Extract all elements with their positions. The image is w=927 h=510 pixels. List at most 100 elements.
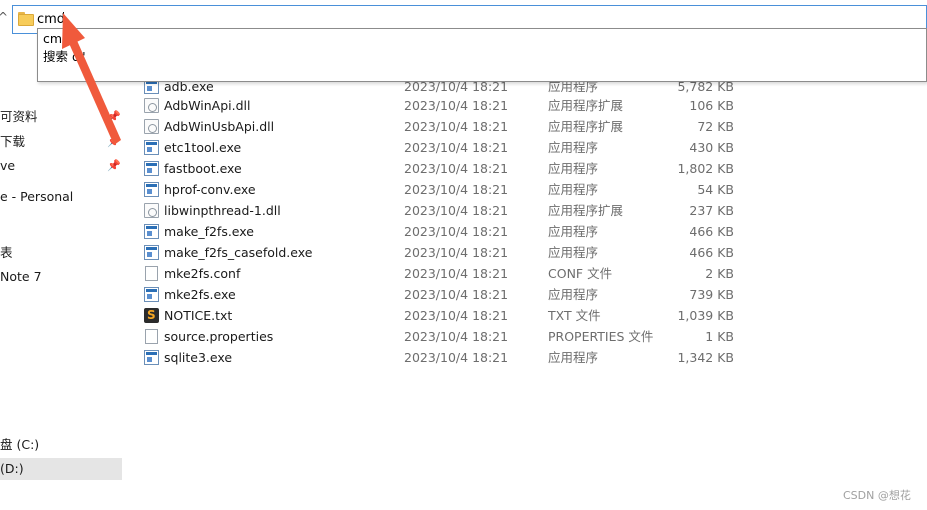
file-date: 2023/10/4 18:21 bbox=[404, 308, 509, 323]
file-name: AdbWinUsbApi.dll bbox=[164, 119, 275, 134]
file-type: CONF 文件 bbox=[548, 266, 613, 281]
file-date: 2023/10/4 18:21 bbox=[404, 182, 509, 197]
dll-icon bbox=[144, 98, 159, 113]
file-date: 2023/10/4 18:21 bbox=[404, 203, 509, 218]
file-type: 应用程序 bbox=[548, 287, 599, 302]
file-name: sqlite3.exe bbox=[164, 350, 233, 365]
file-name: make_f2fs_casefold.exe bbox=[164, 245, 313, 260]
address-suggestion-dropdown: cmd 搜索 d" bbox=[37, 28, 927, 82]
file-type: 应用程序扩展 bbox=[548, 203, 624, 218]
file-type: 应用程序 bbox=[548, 182, 599, 197]
file-row[interactable]: make_f2fs.exe 2023/10/4 18:21 应用程序 466 K… bbox=[138, 221, 748, 242]
file-type: TXT 文件 bbox=[548, 308, 601, 323]
exe-icon bbox=[144, 140, 159, 155]
file-size: 1,802 KB bbox=[677, 161, 734, 176]
nav-item[interactable]: e - Personal bbox=[0, 186, 122, 208]
file-date: 2023/10/4 18:21 bbox=[404, 350, 509, 365]
file-type: 应用程序 bbox=[548, 161, 599, 176]
nav-item[interactable]: ve bbox=[0, 155, 122, 177]
nav-item-label: Note 7 bbox=[0, 269, 42, 284]
nav-item-label: (D:) bbox=[0, 461, 24, 476]
file-row[interactable]: sqlite3.exe 2023/10/4 18:21 应用程序 1,342 K… bbox=[138, 347, 748, 368]
exe-icon bbox=[144, 182, 159, 197]
file-name: hprof-conv.exe bbox=[164, 182, 256, 197]
file-date: 2023/10/4 18:21 bbox=[404, 140, 509, 155]
file-date: 2023/10/4 18:21 bbox=[404, 224, 509, 239]
file-date: 2023/10/4 18:21 bbox=[404, 245, 509, 260]
file-size: 1,342 KB bbox=[677, 350, 734, 365]
nav-item-label: 表 bbox=[0, 245, 13, 260]
file-date: 2023/10/4 18:21 bbox=[404, 161, 509, 176]
up-arrow-icon[interactable]: ^ bbox=[0, 9, 8, 25]
file-type: 应用程序 bbox=[548, 140, 599, 155]
file-icon bbox=[145, 266, 158, 281]
file-row[interactable]: mke2fs.conf 2023/10/4 18:21 CONF 文件 2 KB bbox=[138, 263, 748, 284]
file-size: 1 KB bbox=[705, 329, 734, 344]
suggestion-search-cmd[interactable]: 搜索 d" bbox=[43, 48, 86, 66]
file-row[interactable]: NOTICE.txt 2023/10/4 18:21 TXT 文件 1,039 … bbox=[138, 305, 748, 326]
nav-item-label: 盘 (C:) bbox=[0, 437, 40, 452]
file-row[interactable]: make_f2fs_casefold.exe 2023/10/4 18:21 应… bbox=[138, 242, 748, 263]
folder-icon bbox=[18, 12, 34, 26]
exe-icon bbox=[144, 350, 159, 365]
file-size: 1,039 KB bbox=[677, 308, 734, 323]
file-name: mke2fs.conf bbox=[164, 266, 241, 281]
nav-item-label: 可资料 bbox=[0, 109, 38, 124]
pin-icon: 📌 bbox=[107, 110, 121, 123]
exe-icon bbox=[144, 287, 159, 302]
file-name: make_f2fs.exe bbox=[164, 224, 254, 239]
file-date: 2023/10/4 18:21 bbox=[404, 266, 509, 281]
watermark: CSDN @想花 bbox=[843, 489, 911, 502]
nav-item[interactable]: 下载 bbox=[0, 131, 122, 153]
suggestion-cmd[interactable]: cmd bbox=[43, 30, 70, 48]
file-row[interactable]: AdbWinUsbApi.dll 2023/10/4 18:21 应用程序扩展 … bbox=[138, 116, 748, 137]
nav-item[interactable]: 可资料 bbox=[0, 106, 122, 128]
file-type: 应用程序扩展 bbox=[548, 98, 624, 113]
dll-icon bbox=[144, 119, 159, 134]
pin-icon: 📌 bbox=[107, 135, 121, 148]
file-size: 237 KB bbox=[689, 203, 734, 218]
file-icon bbox=[145, 329, 158, 344]
file-size: 106 KB bbox=[689, 98, 734, 113]
file-size: 466 KB bbox=[689, 245, 734, 260]
nav-item-drive-c[interactable]: 盘 (C:) bbox=[0, 434, 122, 456]
exe-icon bbox=[144, 161, 159, 176]
exe-icon bbox=[144, 245, 159, 260]
file-row[interactable]: mke2fs.exe 2023/10/4 18:21 应用程序 739 KB bbox=[138, 284, 748, 305]
file-row[interactable]: libwinpthread-1.dll 2023/10/4 18:21 应用程序… bbox=[138, 200, 748, 221]
file-type: 应用程序扩展 bbox=[548, 119, 624, 134]
nav-item-drive-d[interactable]: (D:) bbox=[0, 458, 122, 480]
sublime-text-icon bbox=[144, 305, 159, 326]
file-date: 2023/10/4 18:21 bbox=[404, 119, 509, 134]
nav-item[interactable]: Note 7 bbox=[0, 266, 122, 288]
file-type: 应用程序 bbox=[548, 350, 599, 365]
file-size: 54 KB bbox=[697, 182, 734, 197]
text-caret bbox=[63, 12, 64, 28]
file-name: source.properties bbox=[164, 329, 274, 344]
file-name: libwinpthread-1.dll bbox=[164, 203, 281, 218]
exe-icon bbox=[144, 224, 159, 239]
file-row[interactable]: source.properties 2023/10/4 18:21 PROPER… bbox=[138, 326, 748, 347]
file-date: 2023/10/4 18:21 bbox=[404, 98, 509, 113]
file-row[interactable]: hprof-conv.exe 2023/10/4 18:21 应用程序 54 K… bbox=[138, 179, 748, 200]
file-name: etc1tool.exe bbox=[164, 140, 242, 155]
file-date: 2023/10/4 18:21 bbox=[404, 329, 509, 344]
file-date: 2023/10/4 18:21 bbox=[404, 287, 509, 302]
file-type: 应用程序 bbox=[548, 224, 599, 239]
file-row[interactable]: etc1tool.exe 2023/10/4 18:21 应用程序 430 KB bbox=[138, 137, 748, 158]
file-row[interactable]: fastboot.exe 2023/10/4 18:21 应用程序 1,802 … bbox=[138, 158, 748, 179]
file-name: NOTICE.txt bbox=[164, 308, 233, 323]
nav-item[interactable]: 表 bbox=[0, 242, 122, 264]
file-size: 466 KB bbox=[689, 224, 734, 239]
nav-item-label: 下载 bbox=[0, 134, 26, 149]
file-name: AdbWinApi.dll bbox=[164, 98, 251, 113]
address-input[interactable] bbox=[37, 9, 337, 29]
navigation-pane: 可资料 📌 下载 📌 ve 📌 e - Personal 表 Note 7 盘 … bbox=[0, 82, 122, 510]
file-size: 2 KB bbox=[705, 266, 734, 281]
file-name: fastboot.exe bbox=[164, 161, 242, 176]
dll-icon bbox=[144, 203, 159, 218]
pin-icon: 📌 bbox=[107, 159, 121, 172]
nav-item-label: e - Personal bbox=[0, 189, 74, 204]
file-size: 430 KB bbox=[689, 140, 734, 155]
file-row[interactable]: AdbWinApi.dll 2023/10/4 18:21 应用程序扩展 106… bbox=[138, 95, 748, 116]
